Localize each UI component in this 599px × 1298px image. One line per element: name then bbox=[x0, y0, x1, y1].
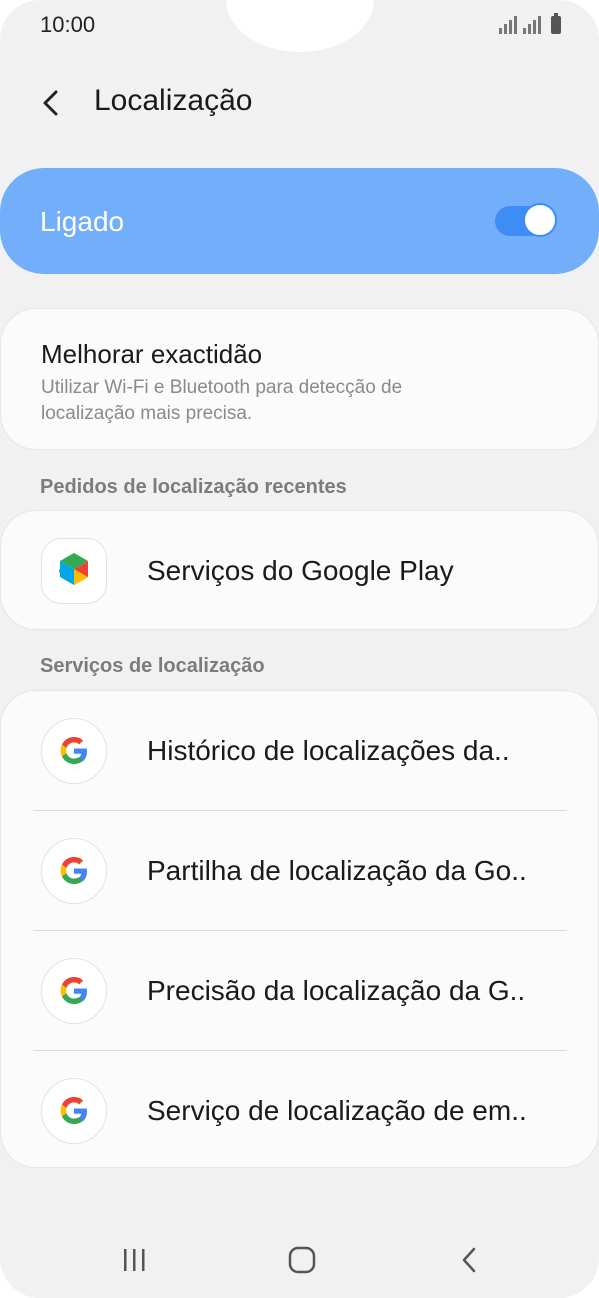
google-icon bbox=[41, 958, 107, 1024]
recent-apps-icon bbox=[124, 1249, 145, 1271]
home-icon bbox=[288, 1246, 316, 1274]
battery-icon bbox=[551, 13, 561, 34]
location-service-label: Histórico de localizações da.. bbox=[147, 735, 510, 766]
chevron-left-icon bbox=[43, 90, 58, 116]
recent-request-item[interactable]: Serviços do Google Play bbox=[1, 511, 599, 631]
back-button[interactable] bbox=[30, 82, 74, 126]
phone-screen: 10:00 Localização Ligado Melhorar exacti… bbox=[0, 0, 599, 1298]
location-services-header: Serviços de localização bbox=[40, 655, 265, 677]
location-service-item[interactable]: Precisão da localização da G.. bbox=[1, 931, 599, 1051]
location-service-label: Precisão da localização da G.. bbox=[147, 975, 526, 1006]
location-master-toggle[interactable]: Ligado bbox=[0, 168, 599, 274]
improve-accuracy-description: Utilizar Wi-Fi e Bluetooth para detecção… bbox=[41, 377, 403, 424]
location-service-item[interactable]: Serviço de localização de em.. bbox=[1, 1051, 599, 1171]
location-service-item[interactable]: Partilha de localização da Go.. bbox=[1, 811, 599, 931]
google-icon bbox=[41, 718, 107, 784]
google-icon bbox=[41, 1078, 107, 1144]
google-play-services-icon bbox=[41, 538, 107, 604]
navigation-bar bbox=[0, 1228, 599, 1290]
app-header: Localização bbox=[0, 70, 599, 136]
recent-requests-header: Pedidos de localização recentes bbox=[40, 476, 347, 498]
improve-accuracy-title: Melhorar exactidão bbox=[41, 339, 263, 369]
signal-icon bbox=[523, 16, 541, 34]
location-switch[interactable] bbox=[495, 203, 557, 238]
page-title: Localização bbox=[94, 84, 253, 117]
recent-requests-card: Serviços do Google Play bbox=[0, 510, 599, 630]
google-icon bbox=[41, 838, 107, 904]
recent-request-label: Serviços do Google Play bbox=[147, 555, 454, 586]
status-icons bbox=[499, 13, 561, 34]
back-nav-button[interactable] bbox=[448, 1238, 492, 1282]
signal-icon bbox=[499, 16, 517, 34]
location-services-card: Histórico de localizações da.. Partilha … bbox=[0, 690, 599, 1168]
recents-button[interactable] bbox=[112, 1238, 156, 1282]
switch-knob bbox=[523, 203, 557, 237]
location-service-label: Partilha de localização da Go.. bbox=[147, 855, 527, 886]
camera-notch bbox=[226, 0, 374, 52]
location-service-label: Serviço de localização de em.. bbox=[147, 1095, 527, 1126]
status-time: 10:00 bbox=[40, 12, 96, 37]
location-service-item[interactable]: Histórico de localizações da.. bbox=[1, 691, 599, 811]
master-toggle-label: Ligado bbox=[40, 206, 125, 237]
back-icon bbox=[462, 1247, 476, 1273]
home-button[interactable] bbox=[280, 1238, 324, 1282]
improve-accuracy-item[interactable]: Melhorar exactidão Utilizar Wi-Fi e Blue… bbox=[0, 308, 599, 450]
